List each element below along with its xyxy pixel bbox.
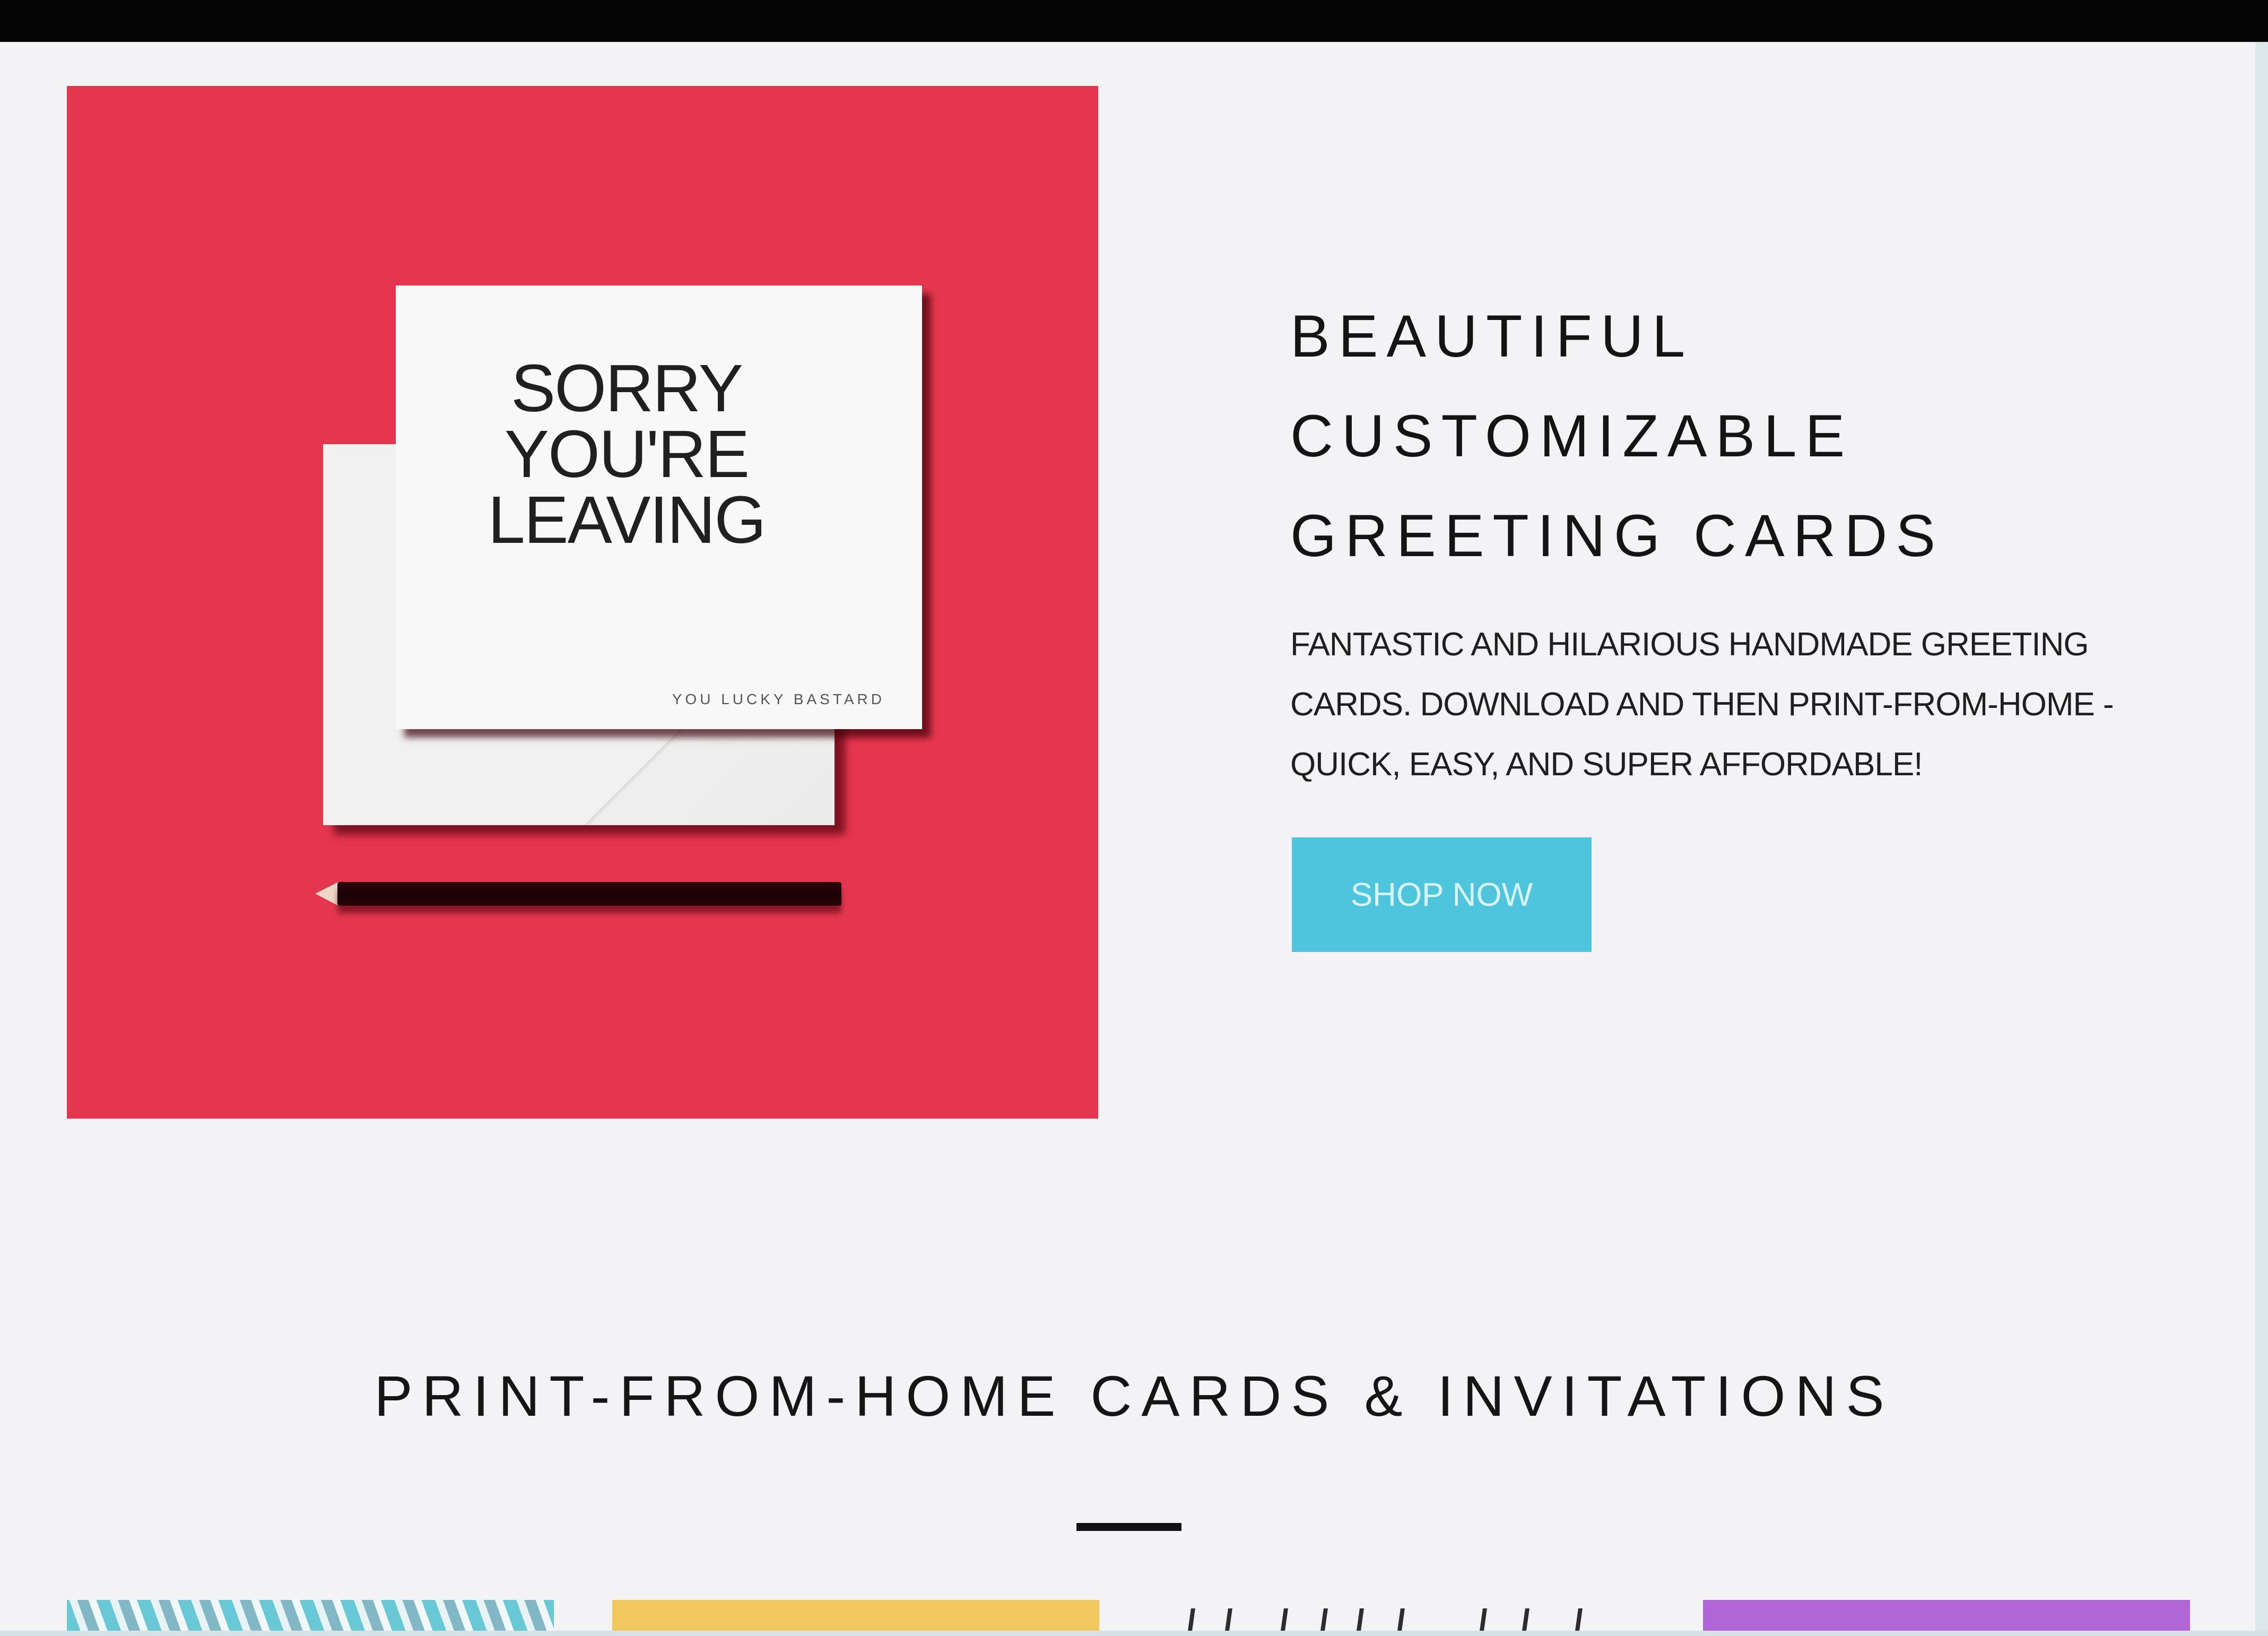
greeting-card-image: SORRY YOU'RE LEAVING YOU LUCKY BASTARD bbox=[396, 285, 922, 729]
product-card-preview[interactable] bbox=[1158, 1600, 1645, 1631]
shop-now-button[interactable]: SHOP NOW bbox=[1292, 837, 1592, 952]
top-bar bbox=[0, 0, 2268, 42]
bottom-window-edge bbox=[0, 1631, 2268, 1636]
hero-description: FANTASTIC AND HILARIOUS HANDMADE GREETIN… bbox=[1290, 614, 2192, 794]
hero-description-line: QUICK, EASY, AND SUPER AFFORDABLE! bbox=[1290, 746, 1923, 783]
hero-description-line: FANTASTIC AND HILARIOUS HANDMADE GREETIN… bbox=[1290, 626, 2089, 663]
hero-heading-line: BEAUTIFUL bbox=[1290, 303, 1694, 369]
product-card-preview[interactable] bbox=[612, 1600, 1099, 1631]
hero-heading: BEAUTIFUL CUSTOMIZABLE GREETING CARDS bbox=[1290, 287, 2192, 586]
card-title: SORRY YOU'RE LEAVING bbox=[488, 351, 767, 557]
pencil-image bbox=[337, 882, 841, 906]
product-card-preview[interactable] bbox=[67, 1600, 554, 1631]
section-divider bbox=[1076, 1523, 1181, 1531]
greeting-card-homepage: SORRY YOU'RE LEAVING YOU LUCKY BASTARD B… bbox=[0, 0, 2268, 1636]
hero-description-line: CARDS. DOWNLOAD AND THEN PRINT-FROM-HOME… bbox=[1290, 686, 2114, 723]
hero-heading-line: GREETING CARDS bbox=[1290, 503, 1944, 569]
hero-heading-line: CUSTOMIZABLE bbox=[1290, 403, 1854, 469]
section-title: PRINT-FROM-HOME CARDS & INVITATIONS bbox=[374, 1364, 1894, 1428]
hero-card-image: SORRY YOU'RE LEAVING YOU LUCKY BASTARD bbox=[67, 86, 1098, 1119]
product-card-preview[interactable] bbox=[1703, 1600, 2190, 1631]
pencil-tip-icon bbox=[315, 882, 338, 906]
card-subtitle: YOU LUCKY BASTARD bbox=[672, 691, 885, 707]
